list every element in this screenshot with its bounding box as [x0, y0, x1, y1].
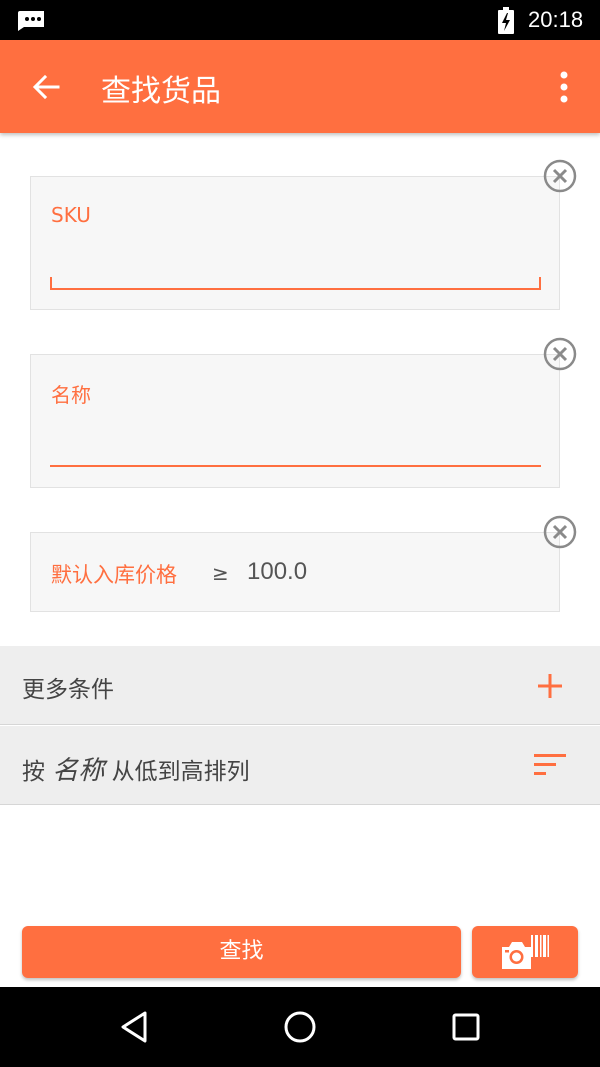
price-field-card[interactable]: 默认入库价格 ≥ 100.0 — [30, 532, 560, 612]
arrow-back-icon[interactable] — [30, 71, 62, 103]
sort-suffix: 从低到高排列 — [111, 759, 250, 785]
battery-charging-icon — [498, 7, 514, 38]
camera-barcode-icon — [502, 935, 549, 969]
name-input-underline — [50, 465, 541, 467]
search-button[interactable]: 查找 — [22, 926, 461, 978]
name-clear-icon[interactable] — [543, 337, 577, 371]
status-bar: 20:18 — [0, 0, 600, 40]
more-vert-icon[interactable] — [552, 70, 576, 104]
add-icon[interactable] — [536, 672, 564, 704]
sku-input-underline — [50, 288, 541, 290]
sort-order-row[interactable]: 按 名称 从低到高排列 — [0, 726, 600, 805]
sku-clear-icon[interactable] — [543, 159, 577, 193]
sort-icon[interactable] — [534, 753, 566, 781]
name-field-label: 名称 — [51, 383, 91, 407]
page-title: 查找货品 — [101, 74, 221, 109]
app-bar: 查找货品 — [0, 40, 600, 133]
system-nav-bar — [0, 987, 600, 1067]
price-field-label: 默认入库价格 — [51, 563, 177, 587]
nav-recents-square-icon[interactable] — [448, 1009, 484, 1045]
scan-button[interactable] — [472, 926, 578, 978]
name-field-card: 名称 — [30, 354, 560, 488]
price-clear-icon[interactable] — [543, 515, 577, 549]
nav-back-triangle-icon[interactable] — [117, 1009, 153, 1045]
name-input[interactable] — [50, 421, 541, 465]
more-conditions-label: 更多条件 — [22, 677, 114, 703]
sku-field-card: SKU — [30, 176, 560, 310]
sort-prefix: 按 — [22, 759, 45, 785]
status-time: 20:18 — [528, 7, 584, 32]
sort-field: 名称 — [52, 756, 105, 786]
price-value: 100.0 — [247, 558, 308, 585]
sku-field-label: SKU — [51, 203, 91, 227]
message-dots-icon — [16, 9, 46, 35]
sku-input-tick-right — [539, 277, 541, 289]
more-conditions-row[interactable]: 更多条件 — [0, 646, 600, 725]
sort-order-label: 按 名称 从低到高排列 — [22, 750, 250, 787]
price-operator: ≥ — [212, 561, 229, 585]
sku-input-tick-left — [50, 277, 52, 289]
sku-input[interactable] — [50, 245, 541, 289]
nav-home-circle-icon[interactable] — [282, 1009, 318, 1045]
